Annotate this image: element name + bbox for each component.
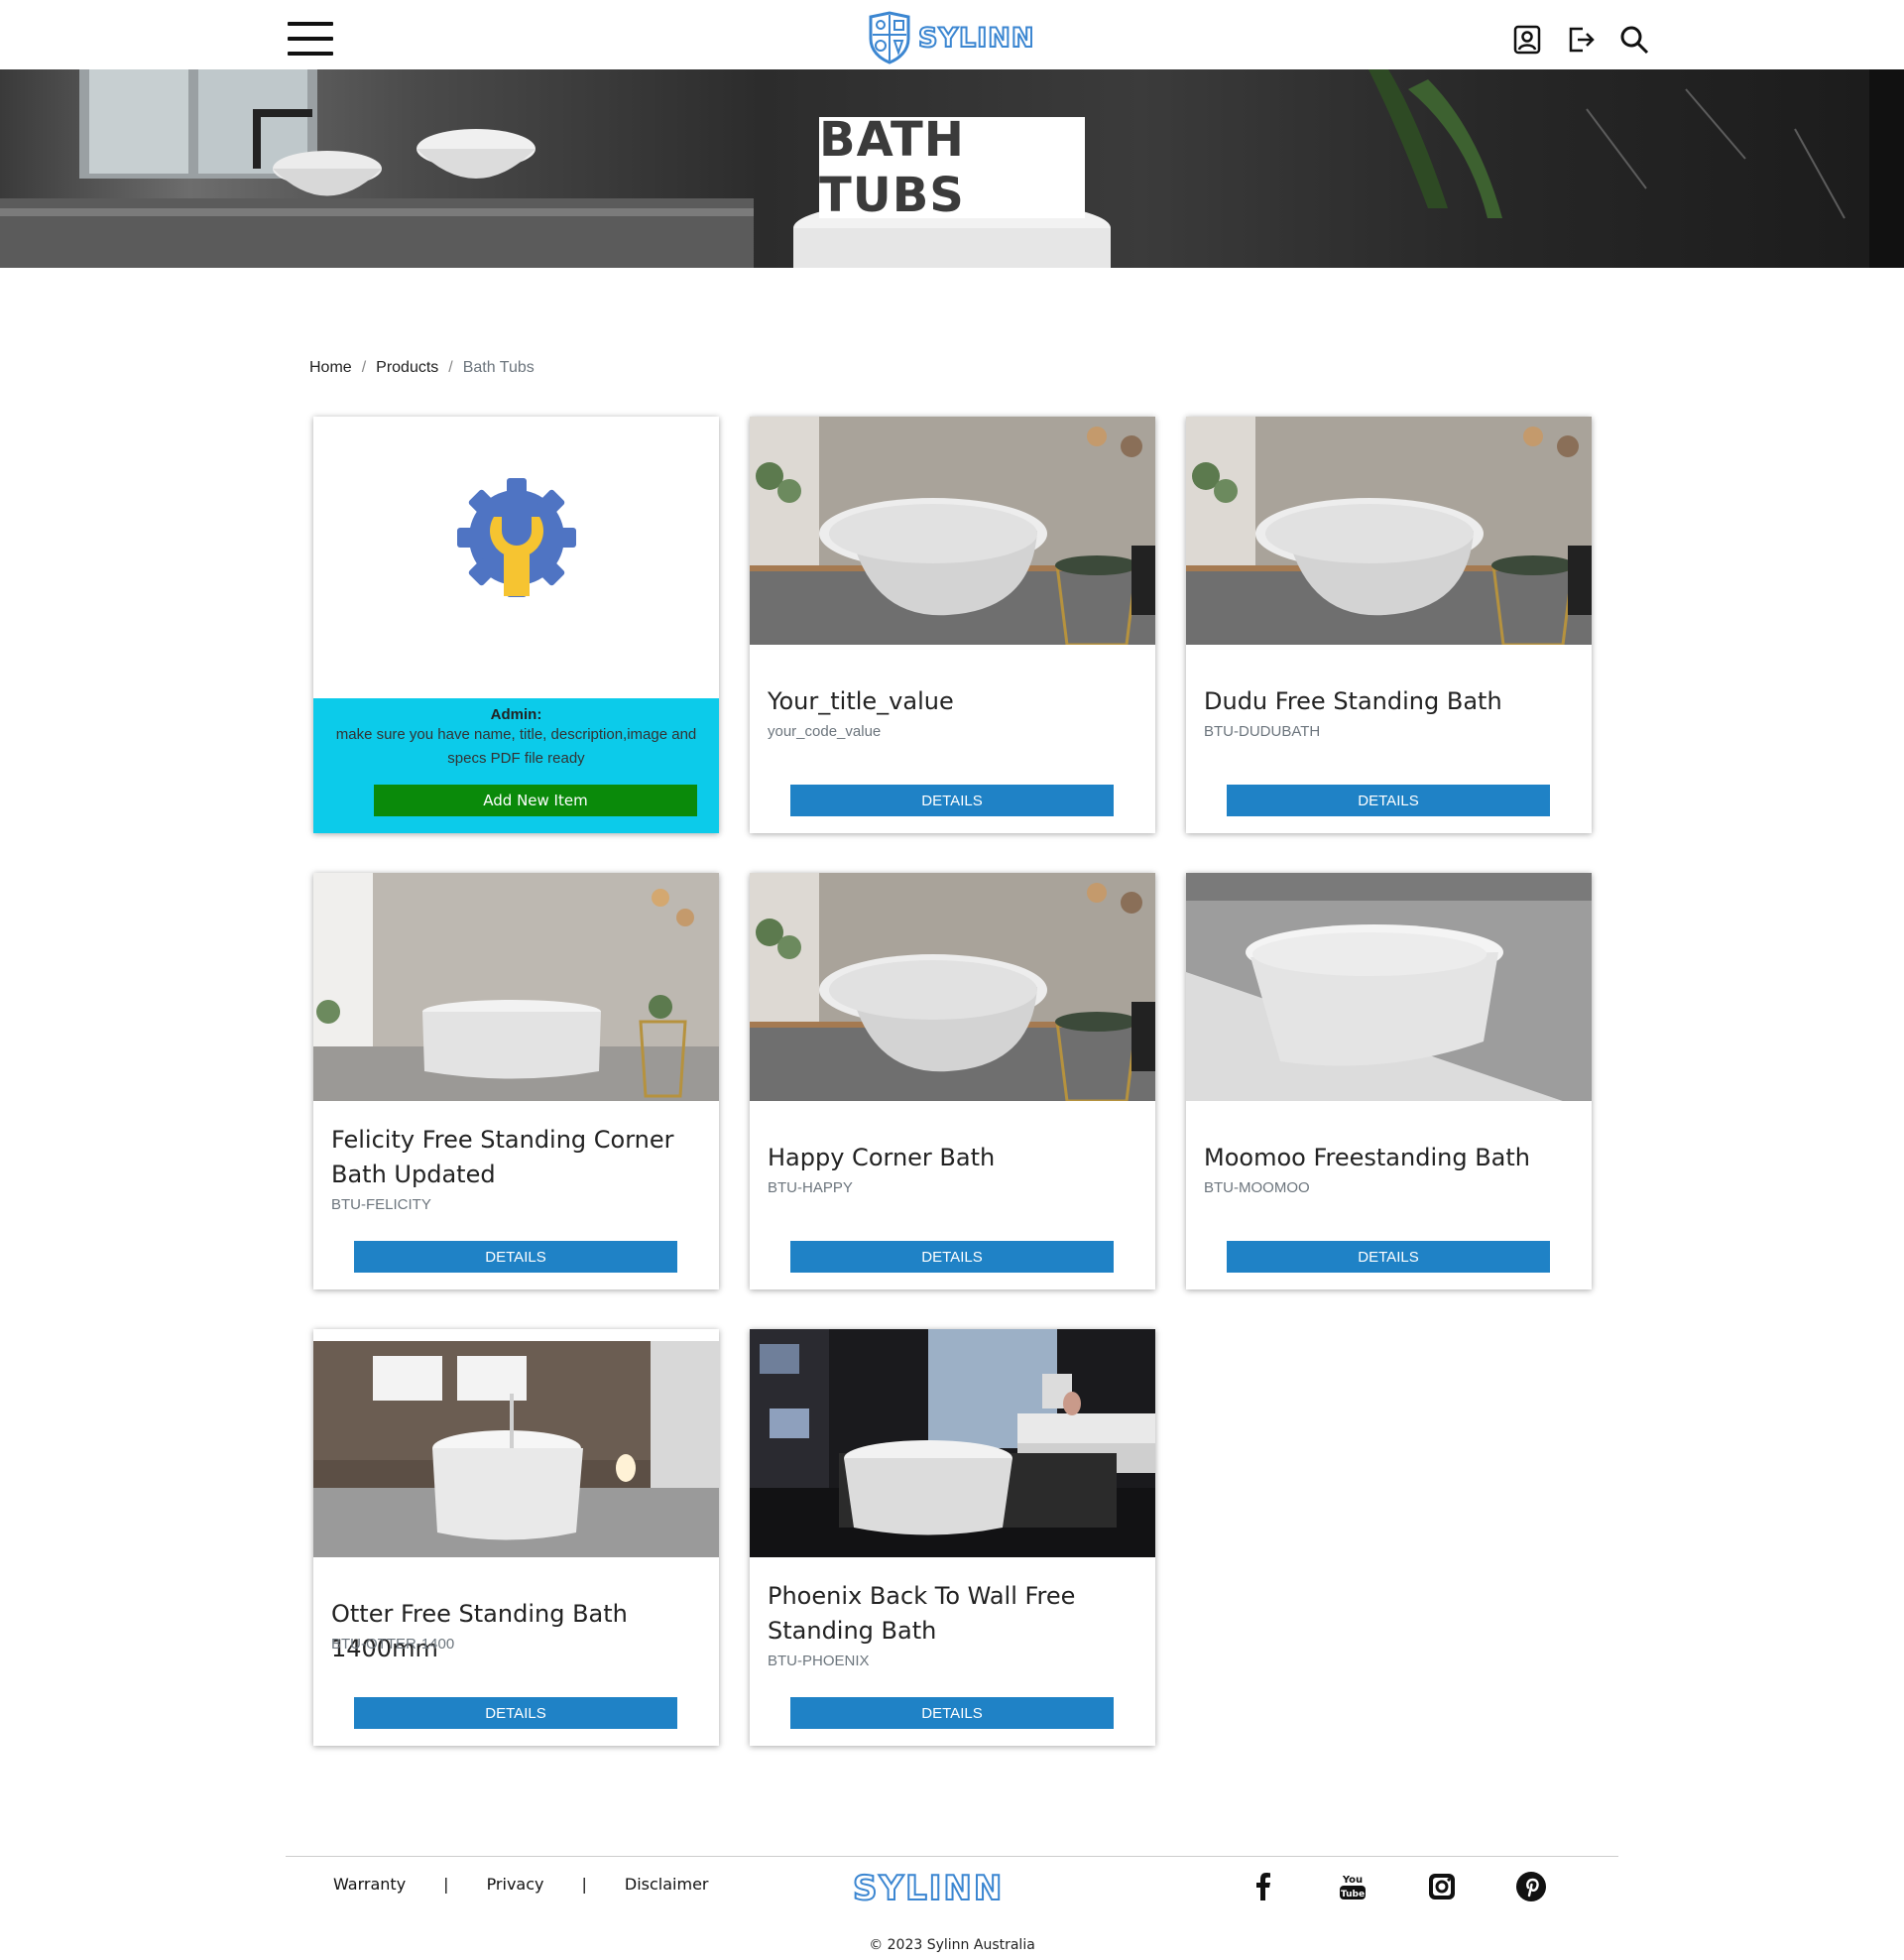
product-card: Otter Free Standing Bath 1400mm BTU-OTTE…: [313, 1329, 719, 1746]
instagram-icon[interactable]: [1426, 1871, 1458, 1902]
details-button[interactable]: DETAILS: [790, 1697, 1114, 1729]
breadcrumb-separator: /: [361, 359, 367, 376]
footer-link-privacy[interactable]: Privacy: [487, 1875, 544, 1894]
footer-link-disclaimer[interactable]: Disclaimer: [625, 1875, 709, 1894]
details-button[interactable]: DETAILS: [790, 785, 1114, 816]
details-button[interactable]: DETAILS: [354, 1697, 677, 1729]
product-card: Felicity Free Standing Corner Bath Updat…: [313, 873, 719, 1289]
product-title[interactable]: Dudu Free Standing Bath: [1204, 684, 1571, 719]
hero-banner: BATH TUBS: [0, 69, 1904, 268]
product-title[interactable]: Moomoo Freestanding Bath: [1204, 1141, 1571, 1175]
menu-icon[interactable]: [288, 22, 333, 56]
product-title[interactable]: Your_title_value: [768, 684, 1134, 719]
product-code: BTU-MOOMOO: [1204, 1179, 1310, 1196]
admin-card: Admin: make sure you have name, title, d…: [313, 417, 719, 833]
breadcrumb-current: Bath Tubs: [462, 359, 535, 376]
product-image: [1186, 417, 1592, 645]
product-image: [313, 873, 719, 1101]
product-code: BTU-FELICITY: [331, 1196, 431, 1213]
product-code: your_code_value: [768, 723, 882, 740]
product-code: BTU-HAPPY: [768, 1179, 853, 1196]
product-title[interactable]: Felicity Free Standing Corner Bath Updat…: [331, 1123, 698, 1192]
details-button[interactable]: DETAILS: [354, 1241, 677, 1273]
logout-icon[interactable]: [1565, 24, 1597, 56]
footer-logo[interactable]: SYLINN: [852, 1868, 1004, 1909]
admin-notice-panel: Admin: make sure you have name, title, d…: [313, 698, 719, 833]
details-button[interactable]: DETAILS: [1227, 1241, 1550, 1273]
page-title: BATH TUBS: [819, 112, 965, 223]
account-icon[interactable]: [1511, 24, 1543, 56]
product-title[interactable]: Otter Free Standing Bath 1400mm: [331, 1597, 698, 1666]
product-code: BTU-PHOENIX: [768, 1653, 870, 1669]
breadcrumb: Home / Products / Bath Tubs: [309, 359, 535, 377]
social-links: You Tube: [1248, 1871, 1547, 1902]
product-image: [750, 1329, 1155, 1557]
svg-text:Tube: Tube: [1341, 1890, 1365, 1899]
youtube-icon[interactable]: You Tube: [1337, 1871, 1368, 1902]
admin-label: Admin:: [490, 706, 542, 723]
footer-links: Warranty | Privacy | Disclaimer: [333, 1875, 709, 1894]
footer-divider: [286, 1856, 1618, 1857]
pinterest-icon[interactable]: [1515, 1871, 1547, 1902]
product-card: Moomoo Freestanding Bath BTU-MOOMOO DETA…: [1186, 873, 1592, 1289]
details-button[interactable]: DETAILS: [790, 1241, 1114, 1273]
product-card: Dudu Free Standing Bath BTU-DUDUBATH DET…: [1186, 417, 1592, 833]
product-image: [750, 417, 1155, 645]
admin-instructions: make sure you have name, title, descript…: [335, 726, 697, 767]
settings-wrench-icon: [457, 478, 576, 597]
footer-separator: |: [443, 1875, 449, 1894]
product-image: [1186, 873, 1592, 1101]
product-card: Happy Corner Bath BTU-HAPPY DETAILS: [750, 873, 1155, 1289]
breadcrumb-home[interactable]: Home: [309, 359, 352, 377]
breadcrumb-separator: /: [448, 359, 453, 376]
product-title[interactable]: Happy Corner Bath: [768, 1141, 1134, 1175]
product-card: Phoenix Back To Wall Free Standing Bath …: [750, 1329, 1155, 1746]
add-new-item-button[interactable]: Add New Item: [374, 785, 697, 816]
footer-link-warranty[interactable]: Warranty: [333, 1875, 406, 1894]
product-code: BTU-OTTER-1400: [331, 1636, 455, 1653]
details-button[interactable]: DETAILS: [1227, 785, 1550, 816]
svg-text:You: You: [1342, 1875, 1363, 1886]
top-navbar: SYLINN: [0, 0, 1904, 69]
search-icon[interactable]: [1618, 24, 1650, 56]
brand-name: SYLINN: [917, 22, 1035, 55]
brand-logo[interactable]: SYLINN: [867, 10, 1037, 65]
facebook-icon[interactable]: [1248, 1871, 1279, 1902]
shield-logo-icon: [869, 11, 910, 64]
hero-title-box: BATH TUBS: [819, 112, 1085, 223]
breadcrumb-products[interactable]: Products: [376, 359, 438, 377]
product-code: BTU-DUDUBATH: [1204, 723, 1321, 740]
product-card: Your_title_value your_code_value DETAILS: [750, 417, 1155, 833]
copyright-text: © 2023 Sylinn Australia: [869, 1937, 1035, 1953]
footer-separator: |: [581, 1875, 587, 1894]
product-image: [313, 1329, 719, 1557]
product-image: [750, 873, 1155, 1101]
product-title[interactable]: Phoenix Back To Wall Free Standing Bath: [768, 1579, 1134, 1649]
